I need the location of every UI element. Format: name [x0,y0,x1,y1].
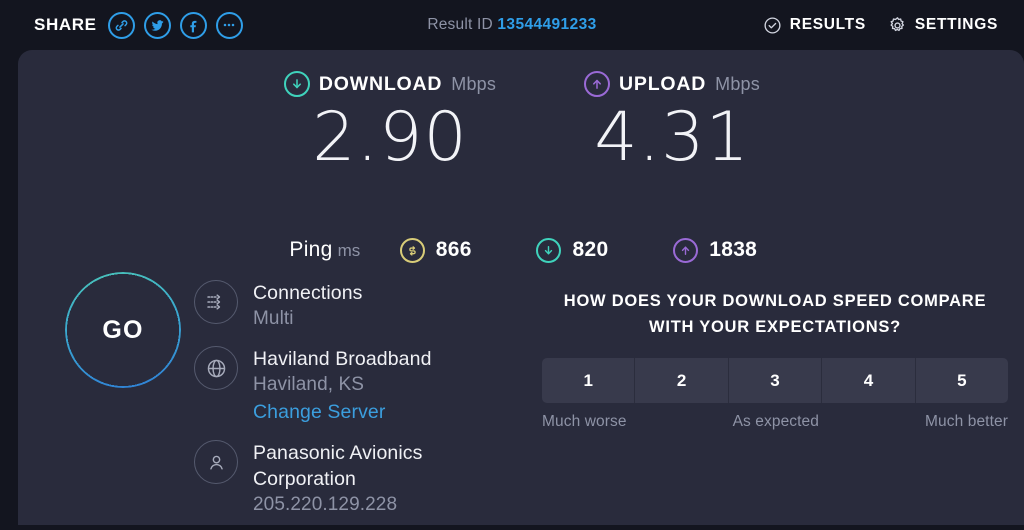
ping-idle-stat: 866 [399,237,537,263]
ping-unit-text: ms [337,241,361,260]
arrow-down-circle-icon [283,71,310,97]
arrow-up-circle-icon [584,71,611,97]
ping-idle-value: 866 [435,238,472,261]
multi-connection-icon [194,280,238,324]
connections-row: Connections Multi [194,278,524,332]
rating-option-3[interactable]: 3 [729,358,823,403]
survey-legend-high: Much better [925,413,1008,430]
client-text: Panasonic Avionics Corporation 205.220.1… [253,438,524,518]
latency-idle-icon [399,237,425,263]
client-isp-name: Panasonic Avionics Corporation [253,442,423,490]
rating-option-5[interactable]: 5 [916,358,1008,403]
survey-legend-mid: As expected [732,413,819,430]
ping-download-stat: 820 [536,237,673,263]
connection-info-list: Connections Multi Haviland Broadband Hav… [194,278,524,530]
download-speed-block: DOWNLOAD Mbps 2.90 [250,68,530,176]
upload-speed-block: UPLOAD Mbps 4.31 [530,68,810,176]
result-id-value[interactable]: 13544491233 [497,16,596,33]
go-button-label: GO [102,315,144,344]
client-row: Panasonic Avionics Corporation 205.220.1… [194,438,524,518]
server-location: Haviland, KS [253,374,365,395]
results-button[interactable]: RESULTS [763,16,866,35]
upload-unit-label: Mbps [715,73,760,94]
results-label: RESULTS [789,16,866,33]
survey-legend-low: Much worse [542,413,627,430]
result-id-label: Result ID [427,16,493,33]
download-unit-label: Mbps [451,73,497,94]
rating-option-4[interactable]: 4 [822,358,916,403]
top-bar: SHARE Result ID 13544491233 RESULTS SETT… [0,0,1024,50]
client-ip-address: 205.220.129.228 [253,494,398,515]
ping-label-text: Ping [289,238,333,261]
server-row: Haviland Broadband Haviland, KS Change S… [194,344,524,426]
upload-heading: UPLOAD Mbps [534,68,810,100]
arrow-up-circle-icon [673,237,699,263]
survey-question: HOW DOES YOUR DOWNLOAD SPEED COMPARE WIT… [542,288,1008,340]
check-circle-icon [763,16,782,35]
download-kind-label: DOWNLOAD [318,72,443,95]
upload-kind-label: UPLOAD [619,72,707,95]
ping-row: Ping ms 866 820 1838 [250,233,810,267]
connections-text: Connections Multi [253,278,363,332]
speed-summary: DOWNLOAD Mbps 2.90 UPLOAD Mbps 4.31 [250,68,810,176]
survey-legend: Much worse As expected Much better [542,413,1008,431]
rating-option-1[interactable]: 1 [542,358,636,403]
ping-upload-stat: 1838 [673,237,810,263]
survey-question-line1: HOW DOES YOUR DOWNLOAD SPEED COMPARE [563,292,987,310]
upload-speed-value: 4.31 [594,98,750,177]
connections-subtitle: Multi [253,308,294,329]
settings-button[interactable]: SETTINGS [888,16,998,35]
change-server-link[interactable]: Change Server [253,398,432,426]
globe-icon [194,346,238,390]
settings-label: SETTINGS [914,16,998,33]
server-name: Haviland Broadband [253,348,432,370]
ping-upload-value: 1838 [709,238,758,261]
results-panel: DOWNLOAD Mbps 2.90 UPLOAD Mbps 4.31 Ping… [18,50,1024,525]
server-text: Haviland Broadband Haviland, KS Change S… [253,344,432,426]
arrow-down-circle-icon [536,237,562,263]
gear-icon [888,16,907,35]
go-button[interactable]: GO [65,272,181,388]
download-speed-value: 2.90 [312,98,468,177]
person-icon [194,440,238,484]
download-heading: DOWNLOAD Mbps [250,68,530,100]
connections-title: Connections [253,282,363,304]
survey-rating-group: 1 2 3 4 5 [542,358,1008,403]
top-bar-actions: RESULTS SETTINGS [763,16,998,35]
rating-option-2[interactable]: 2 [635,358,729,403]
ping-label: Ping ms [250,238,400,262]
ping-download-value: 820 [572,238,609,261]
survey-panel: HOW DOES YOUR DOWNLOAD SPEED COMPARE WIT… [542,288,1008,431]
survey-question-line2: WITH YOUR EXPECTATIONS? [649,318,901,336]
